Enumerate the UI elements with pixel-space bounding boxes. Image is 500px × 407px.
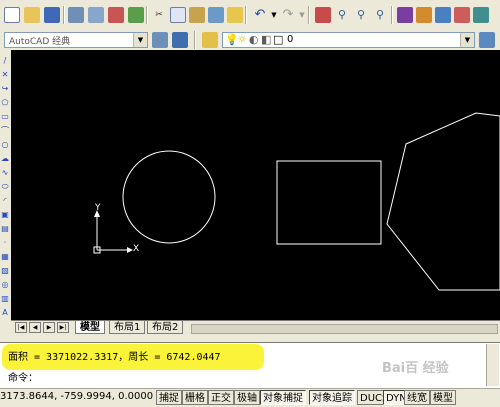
circle-shape[interactable]: [122, 150, 216, 244]
last-tab-icon[interactable]: ▶|: [57, 322, 69, 333]
rectangle-icon[interactable]: ▭: [0, 112, 10, 122]
command-splitter[interactable]: [0, 334, 500, 342]
tab-layout1[interactable]: 布局1: [109, 321, 146, 334]
chevron-down-icon[interactable]: ▼: [133, 33, 147, 47]
tab-model[interactable]: 模型: [75, 321, 105, 334]
ellipse-arc-icon[interactable]: ◜: [0, 196, 10, 206]
revision-cloud-icon[interactable]: ☁: [0, 154, 10, 164]
line-icon[interactable]: /: [0, 56, 10, 66]
make-block-icon[interactable]: ▤: [0, 224, 10, 234]
plot-icon: ◧: [261, 33, 272, 46]
ellipse-icon[interactable]: ⬭: [0, 182, 10, 192]
current-layer-name: 0: [287, 34, 294, 45]
watermark-logo: Bai百 经验: [382, 361, 449, 376]
color-swatch-icon: □: [273, 33, 284, 46]
properties-icon[interactable]: [397, 7, 413, 23]
my-workspace-icon[interactable]: [172, 32, 188, 48]
first-tab-icon[interactable]: |◀: [15, 322, 27, 333]
point-icon[interactable]: ·: [0, 238, 10, 248]
layer-dropdown[interactable]: 💡 ☼ ◐ ◧ □ 0 ▼: [222, 32, 475, 48]
print-preview-icon[interactable]: [88, 7, 104, 23]
object-snap-toggle[interactable]: 对象捕捉: [260, 390, 306, 405]
construction-line-icon[interactable]: ✕: [0, 70, 10, 80]
snap-toggle[interactable]: 捕捉: [156, 390, 182, 405]
hatch-icon[interactable]: ▦: [0, 252, 10, 262]
markup-icon[interactable]: [473, 7, 489, 23]
rectangle-shape[interactable]: [276, 160, 382, 245]
polygon-shape[interactable]: [386, 112, 500, 291]
ucs-x-label: X: [133, 244, 140, 254]
chevron-down-icon[interactable]: ▼: [460, 33, 474, 47]
polyline-icon[interactable]: ↪: [0, 84, 10, 94]
arc-icon[interactable]: ⌒: [0, 126, 10, 136]
design-center-icon[interactable]: [416, 7, 432, 23]
grid-toggle[interactable]: 栅格: [182, 390, 208, 405]
pan-icon[interactable]: [315, 7, 331, 23]
make-current-layer-icon[interactable]: [479, 32, 495, 48]
copy-icon[interactable]: [170, 7, 186, 23]
layout-tabs-bar: |◀ ◀ ▶ ▶| 模型 布局1 布局2: [11, 320, 500, 335]
command-history-line: 面积 = 3371022.3317，周长 = 6742.0447: [8, 352, 221, 363]
zoom-window-icon[interactable]: ⚲: [353, 7, 369, 23]
tab-layout2[interactable]: 布局2: [147, 321, 184, 334]
spline-icon[interactable]: ∿: [0, 168, 10, 178]
ucs-y-label: Y: [95, 203, 101, 213]
paste-icon[interactable]: [189, 7, 205, 23]
sun-icon: ☼: [237, 33, 247, 46]
prev-tab-icon[interactable]: ◀: [29, 322, 41, 333]
zoom-previous-icon[interactable]: ⚲: [372, 7, 388, 23]
command-scrollbar[interactable]: [486, 344, 499, 386]
zoom-realtime-icon[interactable]: ⚲: [334, 7, 350, 23]
table-icon[interactable]: ▥: [0, 294, 10, 304]
sheet-set-icon[interactable]: [454, 7, 470, 23]
next-tab-icon[interactable]: ▶: [43, 322, 55, 333]
drawing-svg: [93, 112, 500, 291]
gradient-icon[interactable]: ▧: [0, 266, 10, 276]
horizontal-scrollbar[interactable]: [191, 324, 498, 334]
save-icon[interactable]: [44, 7, 60, 23]
coordinate-readout: 3173.8644, -759.9994, 0.0000: [0, 391, 154, 402]
polar-toggle[interactable]: 极轴: [234, 390, 260, 405]
cut-icon[interactable]: ✂: [151, 7, 167, 23]
object-tracking-toggle[interactable]: 对象追踪: [309, 390, 355, 405]
insert-block-icon[interactable]: ▣: [0, 210, 10, 220]
publish-icon[interactable]: [108, 7, 124, 23]
3d-dwf-icon[interactable]: [128, 7, 144, 23]
status-bar: 3173.8644, -759.9994, 0.0000 捕捉 栅格 正交 极轴…: [0, 388, 500, 407]
standard-toolbar: ✂ ↶ ▼ ↷ ▼ ⚲ ⚲ ⚲: [0, 0, 500, 31]
open-file-icon[interactable]: [24, 7, 40, 23]
block-editor-icon[interactable]: [227, 7, 243, 23]
polygon-icon[interactable]: ⬠: [0, 98, 10, 108]
workspace-dropdown[interactable]: AutoCAD 经典 ▼: [4, 32, 148, 48]
workspace-name: AutoCAD 经典: [9, 37, 71, 47]
command-prompt: 命令：: [8, 373, 38, 384]
new-file-icon[interactable]: [4, 7, 20, 23]
workspace-settings-icon[interactable]: [152, 32, 168, 48]
region-icon[interactable]: ◎: [0, 280, 10, 290]
drawing-canvas[interactable]: Y X: [11, 50, 500, 320]
print-icon[interactable]: [68, 7, 84, 23]
lineweight-toggle[interactable]: 线宽: [404, 390, 430, 405]
tool-palettes-icon[interactable]: [435, 7, 451, 23]
workspace-layers-toolbar: AutoCAD 经典 ▼ 💡 ☼ ◐ ◧ □ 0 ▼: [0, 30, 500, 51]
layer-properties-icon[interactable]: [202, 32, 218, 48]
model-toggle[interactable]: 模型: [430, 390, 456, 405]
ortho-toggle[interactable]: 正交: [208, 390, 234, 405]
match-properties-icon[interactable]: [208, 7, 224, 23]
lock-icon: ◐: [249, 33, 259, 46]
circle-icon[interactable]: ○: [0, 140, 10, 150]
multiline-text-icon[interactable]: A: [0, 308, 10, 318]
